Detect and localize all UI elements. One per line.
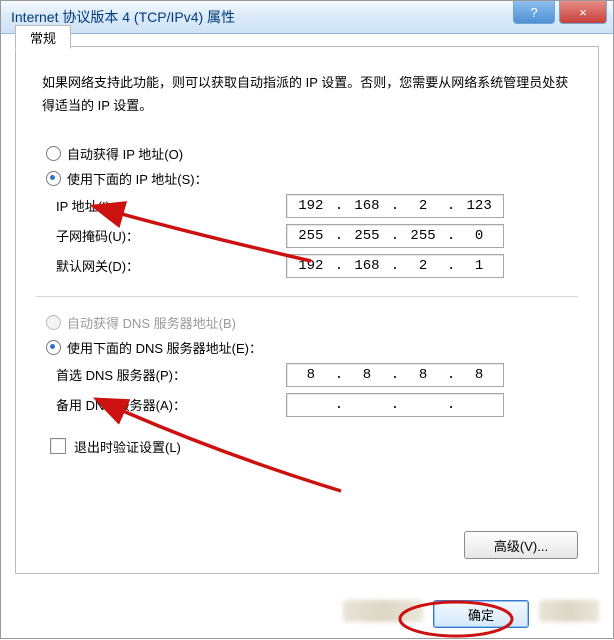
- subnet-mask-row: 子网掩码(U)： 255. 255. 255. 0: [56, 224, 578, 248]
- ip-octet[interactable]: 8: [402, 367, 444, 383]
- tab-general[interactable]: 常规: [15, 25, 71, 49]
- radio-auto-ip-label: 自动获得 IP 地址(O): [67, 144, 183, 163]
- help-icon: ?: [530, 5, 537, 20]
- ip-octet[interactable]: 2: [402, 198, 444, 214]
- alternate-dns-row: 备用 DNS 服务器(A)： . . .: [56, 393, 578, 417]
- ip-octet[interactable]: 255: [290, 228, 332, 244]
- radio-auto-dns-label: 自动获得 DNS 服务器地址(B): [67, 313, 236, 332]
- alternate-dns-label: 备用 DNS 服务器(A)：: [56, 395, 286, 414]
- ok-button-label: 确定: [468, 605, 494, 624]
- tab-panel-general: 常规 如果网络支持此功能，则可以获取自动指派的 IP 设置。否则，您需要从网络系…: [15, 46, 599, 574]
- ip-address-row: IP 地址(I)： 192. 168. 2. 123: [56, 194, 578, 218]
- preferred-dns-input[interactable]: 8. 8. 8. 8: [286, 363, 504, 387]
- ok-button[interactable]: 确定: [433, 600, 529, 628]
- description-text: 如果网络支持此功能，则可以获取自动指派的 IP 设置。否则，您需要从网络系统管理…: [42, 71, 572, 118]
- subnet-mask-label: 子网掩码(U)：: [56, 226, 286, 245]
- radio-auto-dns-row: 自动获得 DNS 服务器地址(B): [46, 313, 578, 332]
- gateway-row: 默认网关(D)： 192. 168. 2. 1: [56, 254, 578, 278]
- close-icon: ×: [579, 5, 587, 20]
- gateway-label: 默认网关(D)：: [56, 256, 286, 275]
- radio-auto-ip[interactable]: [46, 146, 61, 161]
- dialog-buttons: 确定: [343, 600, 599, 628]
- preferred-dns-label: 首选 DNS 服务器(P)：: [56, 365, 286, 384]
- validate-on-exit-label: 退出时验证设置(L): [74, 437, 181, 456]
- separator: [36, 296, 578, 297]
- alternate-dns-input[interactable]: . . .: [286, 393, 504, 417]
- ip-octet[interactable]: 168: [346, 198, 388, 214]
- ip-octet[interactable]: 123: [458, 198, 500, 214]
- blurred-region: [343, 600, 423, 622]
- radio-auto-dns: [46, 315, 61, 330]
- validate-on-exit-row[interactable]: 退出时验证设置(L): [50, 437, 578, 456]
- ip-address-label: IP 地址(I)：: [56, 196, 286, 215]
- window-title: Internet 协议版本 4 (TCP/IPv4) 属性: [11, 7, 235, 27]
- validate-on-exit-checkbox[interactable]: [50, 438, 66, 454]
- ip-octet[interactable]: 0: [458, 228, 500, 244]
- subnet-mask-input[interactable]: 255. 255. 255. 0: [286, 224, 504, 248]
- blurred-region: [539, 600, 599, 622]
- gateway-input[interactable]: 192. 168. 2. 1: [286, 254, 504, 278]
- help-button[interactable]: ?: [513, 1, 555, 24]
- radio-manual-ip[interactable]: [46, 171, 61, 186]
- radio-manual-dns-label: 使用下面的 DNS 服务器地址(E)：: [67, 338, 262, 357]
- radio-manual-dns-row[interactable]: 使用下面的 DNS 服务器地址(E)：: [46, 338, 578, 357]
- ip-address-input[interactable]: 192. 168. 2. 123: [286, 194, 504, 218]
- advanced-button[interactable]: 高级(V)...: [464, 531, 578, 559]
- ip-octet[interactable]: 255: [402, 228, 444, 244]
- properties-dialog: Internet 协议版本 4 (TCP/IPv4) 属性 ? × 常规 如果网…: [0, 0, 614, 639]
- ip-octet[interactable]: 2: [402, 258, 444, 274]
- ip-octet[interactable]: 1: [458, 258, 500, 274]
- titlebar: Internet 协议版本 4 (TCP/IPv4) 属性 ? ×: [1, 1, 613, 34]
- ip-octet[interactable]: 8: [346, 367, 388, 383]
- titlebar-controls: ? ×: [513, 1, 607, 24]
- radio-manual-dns[interactable]: [46, 340, 61, 355]
- advanced-button-label: 高级(V)...: [494, 536, 548, 555]
- close-button[interactable]: ×: [559, 1, 607, 24]
- radio-auto-ip-row[interactable]: 自动获得 IP 地址(O): [46, 144, 578, 163]
- radio-manual-ip-label: 使用下面的 IP 地址(S)：: [67, 169, 208, 188]
- dialog-body: 常规 如果网络支持此功能，则可以获取自动指派的 IP 设置。否则，您需要从网络系…: [1, 34, 613, 588]
- tab-general-label: 常规: [30, 28, 56, 47]
- preferred-dns-row: 首选 DNS 服务器(P)： 8. 8. 8. 8: [56, 363, 578, 387]
- ip-octet[interactable]: 192: [290, 198, 332, 214]
- ip-octet[interactable]: 168: [346, 258, 388, 274]
- ip-octet[interactable]: 255: [346, 228, 388, 244]
- ip-octet[interactable]: 8: [290, 367, 332, 383]
- radio-manual-ip-row[interactable]: 使用下面的 IP 地址(S)：: [46, 169, 578, 188]
- ip-octet[interactable]: 8: [458, 367, 500, 383]
- ip-octet[interactable]: 192: [290, 258, 332, 274]
